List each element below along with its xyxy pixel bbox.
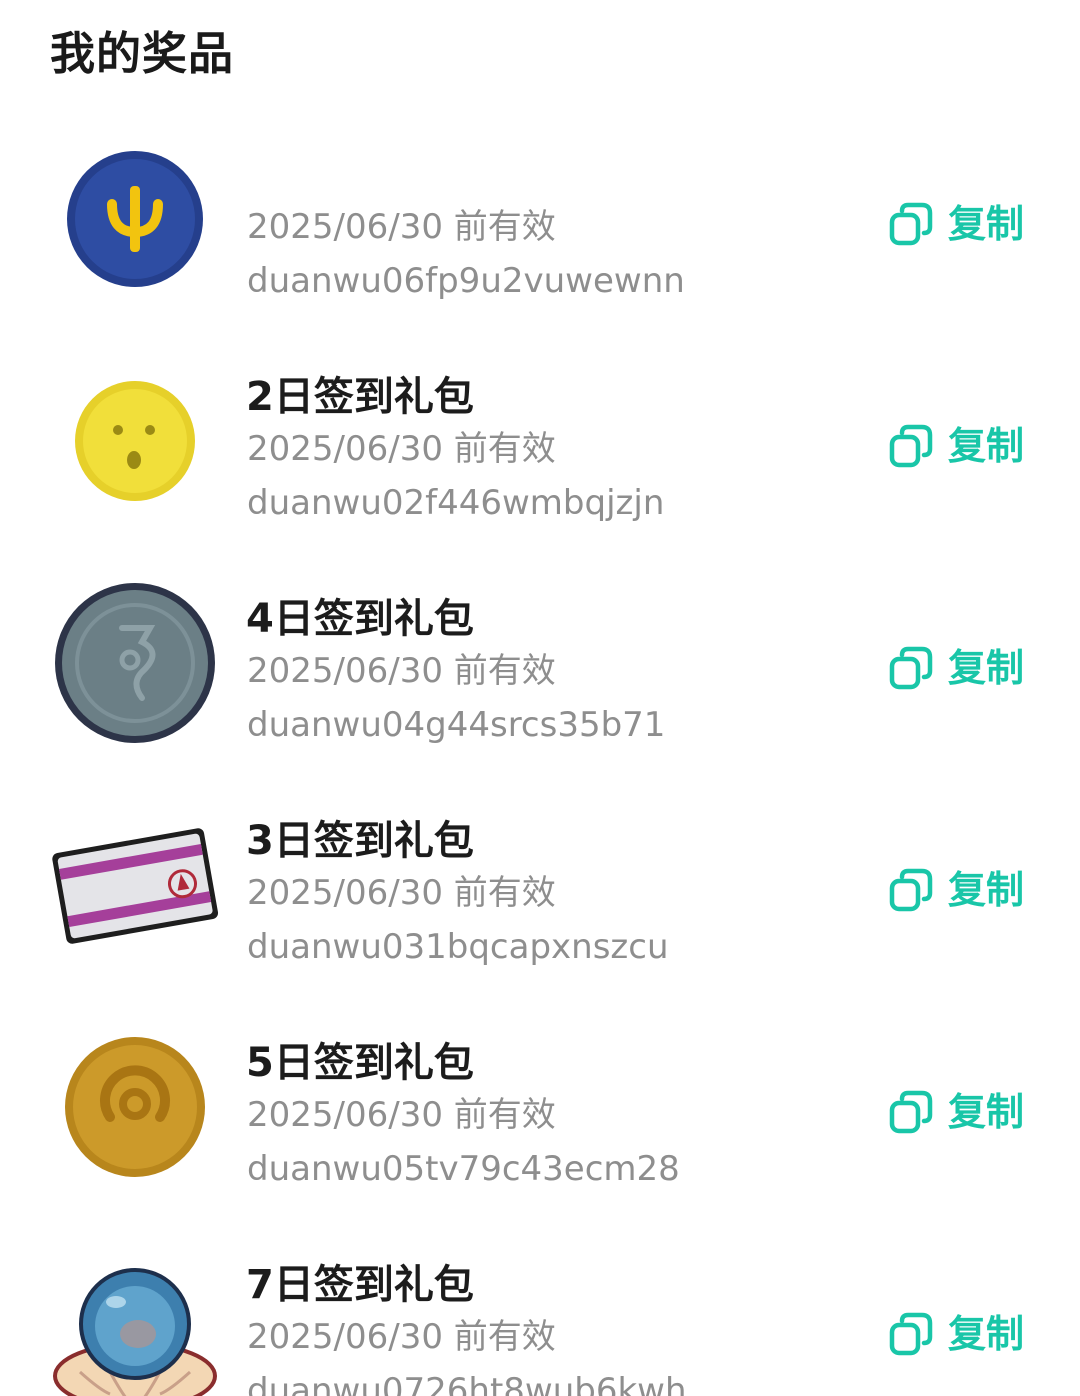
copy-icon — [889, 1090, 933, 1134]
prize-item: 3日签到礼包 2025/06/30 前有效 duanwu031bqcapxnsz… — [0, 728, 1080, 967]
copy-icon — [889, 1312, 933, 1356]
prize-item: 2日签到礼包 2025/06/30 前有效 duanwu02f446wmbqjz… — [0, 284, 1080, 523]
prize-list[interactable]: 2025/06/30 前有效 duanwu06fp9u2vuwewnn 复制 2… — [0, 142, 1080, 1396]
prize-expiry: 2025/06/30 前有效 — [247, 429, 556, 469]
copy-button-label: 复制 — [948, 424, 1025, 468]
prize-name: 3日签到礼包 — [246, 818, 474, 864]
blue-badge-icon — [50, 142, 220, 304]
yellow-face-coin-icon — [50, 356, 220, 526]
grey-rune-coin-icon — [50, 578, 220, 748]
copy-button-label: 复制 — [948, 202, 1025, 246]
prize-item: 5日签到礼包 2025/06/30 前有效 duanwu05tv79c43ecm… — [0, 950, 1080, 1189]
copy-button[interactable]: 复制 — [888, 1308, 1024, 1360]
prize-name: 4日签到礼包 — [246, 596, 474, 642]
prize-item: 2025/06/30 前有效 duanwu06fp9u2vuwewnn 复制 — [0, 142, 1080, 301]
redeem-code: duanwu0726ht8wub6kwh — [247, 1371, 687, 1396]
copy-button[interactable]: 复制 — [888, 864, 1024, 916]
prize-expiry: 2025/06/30 前有效 — [247, 873, 556, 913]
copy-icon — [889, 646, 933, 690]
prize-expiry: 2025/06/30 前有效 — [247, 1317, 556, 1357]
copy-button[interactable]: 复制 — [888, 198, 1024, 250]
copy-button[interactable]: 复制 — [888, 420, 1024, 472]
prize-expiry: 2025/06/30 前有效 — [247, 1095, 556, 1135]
copy-icon — [889, 202, 933, 246]
prize-name: 2日签到礼包 — [246, 374, 474, 420]
copy-button-label: 复制 — [948, 646, 1025, 690]
prize-expiry: 2025/06/30 前有效 — [247, 207, 556, 247]
prize-name: 7日签到礼包 — [246, 1262, 474, 1308]
prize-expiry: 2025/06/30 前有效 — [247, 651, 556, 691]
copy-button[interactable]: 复制 — [888, 1086, 1024, 1138]
copy-button-label: 复制 — [948, 1312, 1025, 1356]
prize-item: 4日签到礼包 2025/06/30 前有效 duanwu04g44srcs35b… — [0, 506, 1080, 745]
page-title: 我的奖品 — [50, 27, 235, 80]
copy-button-label: 复制 — [948, 868, 1025, 912]
copy-button[interactable]: 复制 — [888, 642, 1024, 694]
purple-ticket-card-icon — [50, 800, 220, 970]
prize-name: 5日签到礼包 — [246, 1040, 474, 1086]
copy-icon — [889, 424, 933, 468]
prize-item: 7日签到礼包 2025/06/30 前有效 duanwu0726ht8wub6k… — [0, 1172, 1080, 1396]
crystal-ball-icon — [50, 1244, 220, 1396]
copy-button-label: 复制 — [948, 1090, 1025, 1134]
copy-icon — [889, 868, 933, 912]
gold-ring-coin-icon — [50, 1022, 220, 1192]
